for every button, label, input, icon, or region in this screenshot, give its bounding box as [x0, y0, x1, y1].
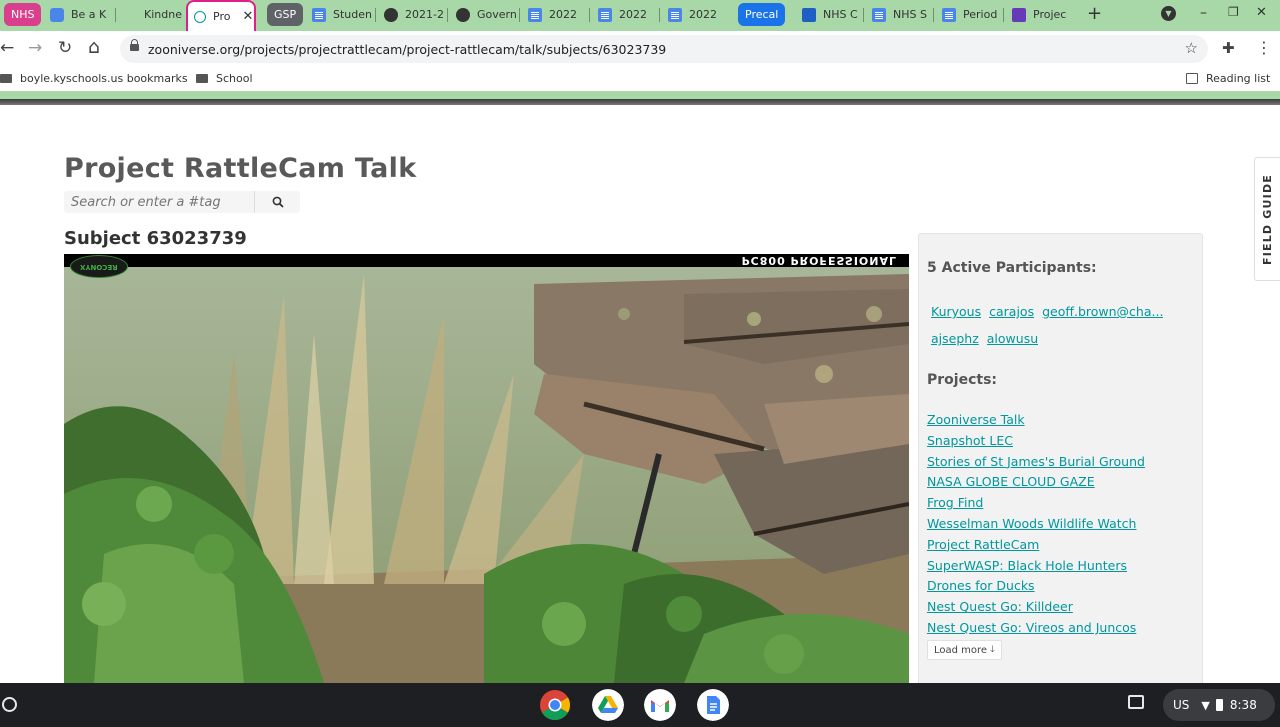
url-field[interactable]: zooniverse.org/projects/projectrattlecam…	[120, 35, 1208, 63]
bookmark-folder-boyle[interactable]: boyle.kyschools.us bookmarks	[0, 72, 188, 85]
globe-icon	[456, 7, 470, 22]
participant-link[interactable]: geoff.brown@cha...	[1042, 298, 1163, 325]
home-icon[interactable]: ⌂	[88, 36, 100, 58]
tab-2022-b[interactable]: 2022	[592, 0, 660, 29]
tab-2022-a[interactable]: 2022	[522, 0, 590, 29]
docs-icon	[598, 7, 612, 22]
tab-search-icon[interactable]: ▼	[1161, 6, 1176, 21]
camera-logo: RECONYX	[70, 255, 128, 278]
classroom-icon	[802, 7, 816, 22]
globe-icon	[384, 7, 398, 22]
subject-image[interactable]: PC800 PROFESSIONAL RECONYX	[64, 254, 909, 683]
restore-icon[interactable]: ❐	[1228, 5, 1239, 19]
talk-search	[64, 191, 300, 213]
project-link[interactable]: Drones for Ducks	[927, 576, 1197, 597]
tab-group-gsp[interactable]: GSP	[267, 3, 304, 26]
project-link[interactable]: Wesselman Woods Wildlife Watch	[927, 514, 1197, 535]
trail-camera-photo	[64, 254, 909, 683]
page-content: Project RattleCam Talk Subject 63023739	[0, 105, 1280, 683]
subject-title: Subject 63023739	[64, 228, 247, 249]
back-icon[interactable]: ←	[0, 38, 14, 58]
wifi-icon: ▼	[1201, 698, 1210, 712]
site-header-strip	[0, 91, 1280, 99]
projects-list: Zooniverse Talk Snapshot LEC Stories of …	[927, 410, 1197, 639]
docs-icon	[668, 7, 682, 22]
lock-icon	[130, 39, 139, 51]
project-link[interactable]: NASA GLOBE CLOUD GAZE	[927, 472, 1197, 493]
close-tab-icon[interactable]: ✕	[242, 9, 253, 24]
participants-heading: 5 Active Participants:	[927, 260, 1097, 276]
tab-be-a-k[interactable]: Be a K	[44, 0, 116, 29]
reload-icon[interactable]: ↻	[58, 38, 72, 58]
arrow-down-icon: 🡓	[990, 645, 995, 655]
forward-icon[interactable]: →	[28, 38, 42, 58]
tab-2022-c[interactable]: 2022	[662, 0, 730, 29]
extensions-icon[interactable]: ✚	[1222, 39, 1235, 57]
project-link[interactable]: Frog Find	[927, 493, 1197, 514]
search-button[interactable]	[254, 191, 300, 213]
docs-icon	[872, 7, 886, 22]
tab-government[interactable]: Govern	[450, 0, 520, 29]
project-link[interactable]: SuperWASP: Black Hole Hunters	[927, 556, 1197, 577]
project-link[interactable]: Snapshot LEC	[927, 431, 1197, 452]
search-icon	[272, 196, 284, 208]
bookmarks-bar: boyle.kyschools.us bookmarks School Read…	[0, 67, 1280, 91]
browser-menu-icon[interactable]: ⋮	[1256, 38, 1272, 57]
tab-nhs-s[interactable]: NHS S	[866, 0, 934, 29]
tab-student[interactable]: Studen	[306, 0, 376, 29]
new-tab-icon[interactable]: +	[1087, 3, 1102, 24]
participant-link[interactable]: Kuryous	[931, 298, 981, 325]
os-shelf: US ▼ 8:38	[0, 683, 1280, 727]
project-link[interactable]: Zooniverse Talk	[927, 410, 1197, 431]
docs-icon	[942, 7, 956, 22]
tab-group-precal[interactable]: Precal	[738, 3, 786, 26]
docs-icon	[312, 7, 326, 22]
reading-list-button[interactable]: Reading list	[1186, 72, 1270, 85]
load-more-button[interactable]: Load more 🡓	[927, 640, 1002, 660]
drive-icon[interactable]	[592, 689, 624, 721]
tab-strip: NHS Be a K Kindne Pro ✕ GSP Studen 2021-…	[0, 0, 1280, 31]
chrome-icon[interactable]	[539, 689, 571, 721]
tab-nhs-classroom[interactable]: NHS C	[796, 0, 864, 29]
bitmoji-icon	[50, 7, 64, 22]
close-window-icon[interactable]: ✕	[1256, 5, 1267, 20]
participant-link[interactable]: alowusu	[987, 325, 1038, 352]
bookmark-star-icon[interactable]: ☆	[1185, 39, 1198, 57]
tab-kindness[interactable]: Kindne	[118, 0, 186, 29]
field-guide-tab[interactable]: FIELD GUIDE	[1254, 157, 1280, 281]
tab-group-nhs[interactable]: NHS	[4, 3, 42, 26]
participant-link[interactable]: carajos	[989, 298, 1034, 325]
bookmark-folder-school[interactable]: School	[196, 72, 253, 85]
participant-link[interactable]: ajsephz	[931, 325, 979, 352]
tab-2021[interactable]: 2021-2	[378, 0, 448, 29]
minimize-icon[interactable]: –	[1200, 5, 1207, 21]
battery-icon	[1215, 699, 1223, 711]
zooniverse-icon	[194, 10, 206, 23]
project-link[interactable]: Stories of St James's Burial Ground	[927, 452, 1197, 473]
project-link[interactable]: Project RattleCam	[927, 535, 1197, 556]
address-bar-row: ← → ↻ ⌂ zooniverse.org/projects/projectr…	[0, 31, 1280, 67]
tab-period[interactable]: Period	[936, 0, 1004, 29]
talk-search-input[interactable]	[64, 191, 254, 213]
docs-icon[interactable]	[697, 689, 729, 721]
forms-icon	[1012, 7, 1026, 22]
launcher-icon[interactable]	[2, 697, 17, 712]
folder-icon	[0, 74, 12, 83]
docs-icon	[528, 7, 542, 22]
project-link[interactable]: Nest Quest Go: Killdeer	[927, 597, 1197, 618]
page-title: Project RattleCam Talk	[64, 153, 417, 184]
camera-header-bar: PC800 PROFESSIONAL	[64, 254, 909, 267]
tab-project-form[interactable]: Projec	[1006, 0, 1074, 29]
clipboard-history-icon[interactable]	[1128, 695, 1144, 709]
tab-project-active[interactable]: Pro ✕	[186, 0, 256, 31]
reading-list-icon	[1186, 73, 1198, 84]
system-tray[interactable]: US ▼ 8:38	[1163, 689, 1275, 721]
folder-icon	[196, 74, 208, 83]
participants-list: Kuryous carajos geoff.brown@cha... ajsephz…	[931, 298, 1186, 352]
gmail-icon[interactable]	[644, 689, 676, 721]
projects-heading: Projects:	[927, 372, 997, 388]
project-link[interactable]: Nest Quest Go: Vireos and Juncos	[927, 618, 1197, 639]
talk-sidebar: 5 Active Participants: Kuryous carajos geo…	[918, 233, 1203, 683]
